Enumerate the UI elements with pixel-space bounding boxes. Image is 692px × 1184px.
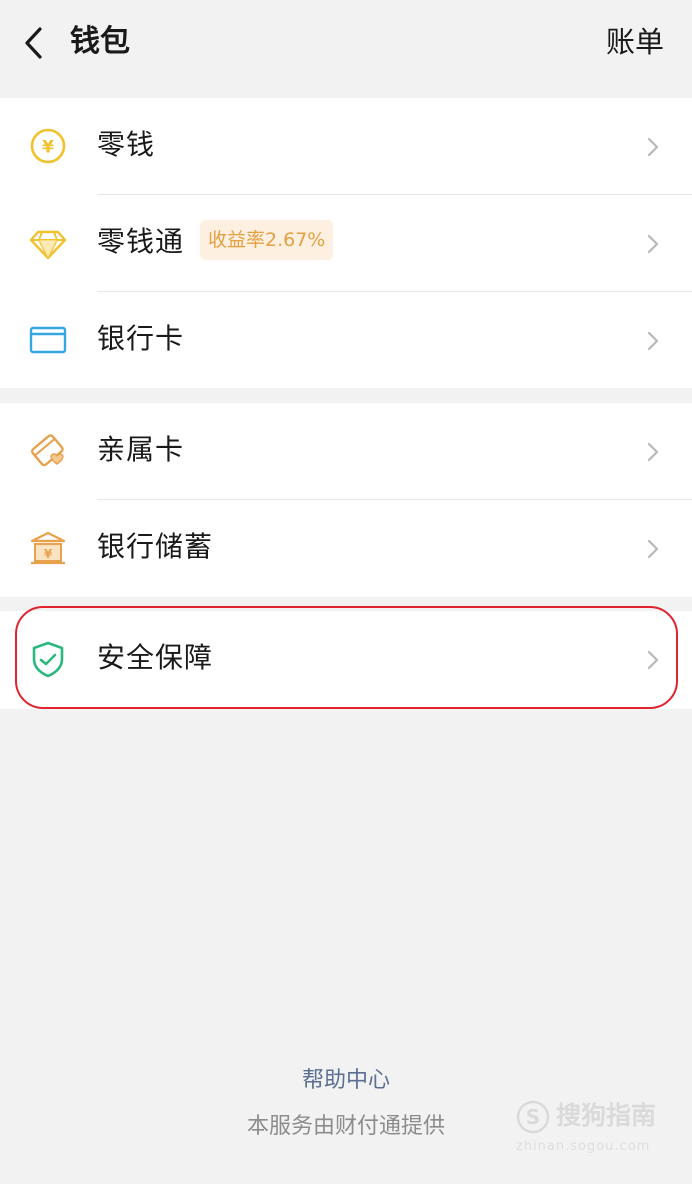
bill-button[interactable]: 账单 — [606, 22, 664, 62]
chevron-right-icon — [647, 539, 659, 559]
menu-item-bank-savings[interactable]: ¥ 银行储蓄 — [0, 500, 692, 597]
chevron-right-icon — [647, 331, 659, 351]
diamond-icon — [29, 230, 67, 260]
menu-item-security[interactable]: 安全保障 — [0, 611, 692, 708]
family-card-icon — [30, 434, 64, 467]
menu-item-change[interactable]: ¥ 零钱 — [0, 98, 692, 195]
chevron-right-icon — [647, 137, 659, 157]
svg-text:¥: ¥ — [42, 138, 54, 158]
back-arrow-icon[interactable] — [20, 26, 50, 60]
help-center-link[interactable]: 帮助中心 — [0, 1064, 692, 1098]
menu-item-change-pass[interactable]: 零钱通 收益率2.67% — [0, 195, 692, 292]
menu-item-label: 零钱通 — [97, 225, 185, 258]
bank-card-icon — [29, 326, 67, 354]
bank-savings-icon: ¥ — [30, 531, 66, 565]
svg-text:¥: ¥ — [44, 547, 53, 561]
wallet-group-family: 亲属卡 ¥ 银行储蓄 — [0, 403, 692, 597]
menu-item-label: 安全保障 — [97, 641, 214, 674]
page-title: 钱包 — [70, 24, 130, 59]
wallet-group-security: 安全保障 — [0, 611, 692, 709]
menu-item-label: 银行储蓄 — [97, 530, 214, 563]
wallet-page: 钱包 账单 ¥ 零钱 零钱通 收益率2.67% 银行卡 亲属卡 ¥ 银行储蓄 安… — [0, 0, 692, 1184]
security-shield-icon — [32, 641, 64, 678]
menu-item-label: 亲属卡 — [97, 433, 185, 466]
watermark: S 搜狗指南 zhinan.sogou.com — [516, 1098, 676, 1164]
watermark-url: zhinan.sogou.com — [516, 1139, 651, 1154]
menu-item-label: 银行卡 — [97, 322, 185, 355]
chevron-right-icon — [647, 442, 659, 462]
yuan-coin-icon: ¥ — [30, 128, 66, 164]
svg-text:S: S — [526, 1105, 540, 1129]
menu-item-bank-card[interactable]: 银行卡 — [0, 292, 692, 388]
menu-item-label: 零钱 — [97, 128, 156, 161]
sogou-logo-icon: S — [516, 1100, 550, 1134]
header-bar: 钱包 账单 — [0, 0, 692, 90]
yield-rate-badge: 收益率2.67% — [200, 220, 334, 260]
chevron-right-icon — [647, 650, 659, 670]
wallet-group-balance: ¥ 零钱 零钱通 收益率2.67% 银行卡 — [0, 98, 692, 388]
menu-item-family-card[interactable]: 亲属卡 — [0, 403, 692, 500]
chevron-right-icon — [647, 234, 659, 254]
watermark-text: 搜狗指南 — [556, 1101, 657, 1130]
